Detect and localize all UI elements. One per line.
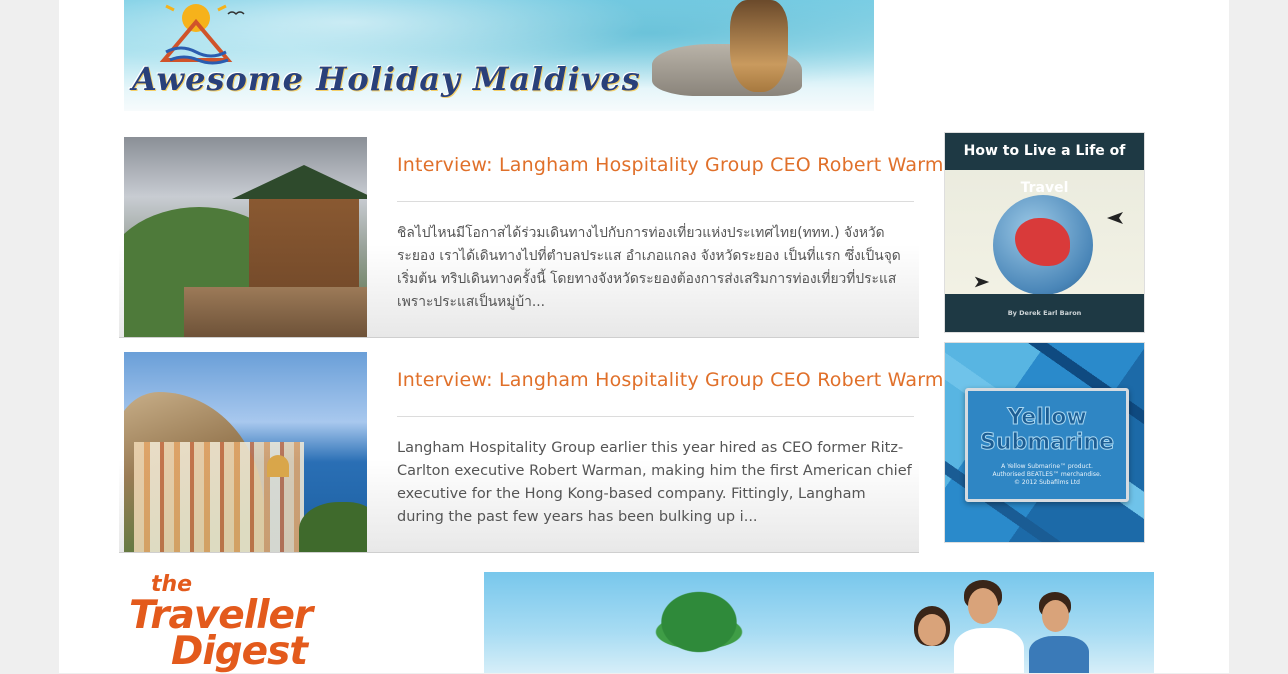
sidebar-ad-life-of-travel[interactable]: How to Live a Life of Travel By Derek Ea… [944, 132, 1145, 333]
article-card: Interview: Langham Hospitality Group CEO… [119, 347, 968, 553]
plaque-title: Yellow Submarine [968, 405, 1126, 456]
article-thumbnail[interactable] [124, 352, 367, 552]
head-shape [968, 588, 998, 624]
fine-print-2: Authorised BEATLES™ merchandise. [992, 471, 1102, 478]
ad-author: By Derek Earl Baron [945, 294, 1144, 332]
top-banner-ad[interactable]: Awesome Holiday Maldives [124, 0, 874, 111]
article-excerpt: ชิลไปไหนมีโอกาสได้ร่วมเดินทางไปกับการท่อ… [397, 225, 901, 310]
trees-shape [299, 502, 367, 552]
wall-shape [184, 287, 367, 337]
title-divider [397, 201, 914, 202]
great-wall-tower-image [124, 137, 367, 337]
page-container: Awesome Holiday Maldives Interview: Lang… [59, 0, 1229, 673]
head-shape [918, 614, 946, 646]
dome-shape [267, 455, 289, 477]
submarine-plaque: Yellow Submarine A Yellow Submarine™ pro… [965, 388, 1129, 502]
article-card: Interview: Langham Hospitality Group CEO… [119, 132, 968, 338]
shirt-shape [1029, 636, 1089, 673]
fine-print-1: A Yellow Submarine™ product. [1001, 463, 1093, 470]
head-shape [1042, 600, 1069, 632]
roof-shape [232, 165, 367, 199]
plaque-fine-print: A Yellow Submarine™ product. Authorised … [968, 463, 1126, 487]
traveller-digest-logo[interactable]: the Traveller Digest [129, 574, 339, 673]
positano-coast-image [124, 352, 367, 552]
plaque-title-line2: Submarine [980, 430, 1115, 456]
plaque-title-line1: Yellow [1007, 405, 1087, 431]
title-divider [397, 416, 914, 417]
ad-heading: How to Live a Life of Travel [945, 133, 1144, 196]
fine-print-3: © 2012 Subafilms Ltd [1013, 479, 1080, 486]
airplane-icon [974, 276, 990, 288]
family-beach-banner-ad[interactable] [484, 572, 1154, 673]
article-thumbnail[interactable] [124, 137, 367, 337]
sidebar-ad-yellow-submarine[interactable]: Yellow Submarine A Yellow Submarine™ pro… [944, 342, 1145, 543]
family-photo-image [904, 578, 1114, 673]
article-excerpt: Langham Hospitality Group earlier this y… [397, 440, 912, 525]
shirt-shape [954, 628, 1024, 673]
article-title-link[interactable]: Interview: Langham Hospitality Group CEO… [397, 154, 968, 176]
article-title-link[interactable]: Interview: Langham Hospitality Group CEO… [397, 369, 968, 391]
woman-image [730, 0, 788, 92]
airplane-icon [1107, 212, 1123, 224]
banner-title: Awesome Holiday Maldives [132, 60, 641, 98]
logo-digest: Digest [171, 629, 308, 674]
palm-leaves-image [624, 582, 774, 673]
